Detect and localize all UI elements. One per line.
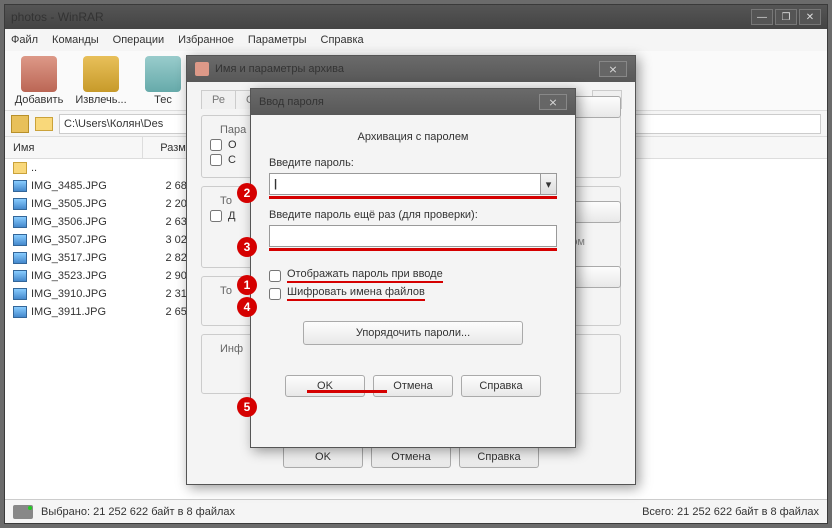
dialog2-cancel[interactable]: Отмена	[373, 375, 453, 397]
image-file-icon	[13, 306, 27, 318]
minimize-button[interactable]: —	[751, 9, 773, 25]
extract-icon	[83, 56, 119, 92]
dialog1-help[interactable]: Справка	[459, 446, 539, 468]
image-file-icon	[13, 198, 27, 210]
toolbar-extract[interactable]: Извлечь...	[73, 56, 129, 106]
menu-favorites[interactable]: Избранное	[178, 34, 234, 46]
image-file-icon	[13, 252, 27, 264]
archive-icon	[21, 56, 57, 92]
password-input[interactable]	[269, 173, 540, 195]
password-dialog: Ввод пароля ⨯ Архивация с паролем Введит…	[250, 88, 576, 448]
up-icon[interactable]	[11, 115, 29, 133]
col-name[interactable]: Имя	[5, 137, 143, 158]
menubar: Файл Команды Операции Избранное Параметр…	[5, 29, 827, 51]
underline-2	[269, 196, 557, 199]
dialog2-help[interactable]: Справка	[461, 375, 541, 397]
menu-operations[interactable]: Операции	[113, 34, 164, 46]
folder-icon	[13, 162, 27, 174]
drive-icon	[13, 505, 33, 519]
badge-5: 5	[237, 397, 257, 417]
statusbar: Выбрано: 21 252 622 байт в 8 файлах Всег…	[5, 499, 827, 523]
dialog2-close[interactable]: ⨯	[539, 94, 567, 110]
encrypt-names-checkbox[interactable]: Шифровать имена файлов	[269, 286, 557, 301]
password2-label: Введите пароль ещё раз (для проверки):	[269, 209, 557, 221]
show-password-checkbox[interactable]: Отображать пароль при вводе	[269, 268, 557, 283]
organize-passwords-button[interactable]: Упорядочить пароли...	[303, 321, 523, 345]
close-button[interactable]: ✕	[799, 9, 821, 25]
image-file-icon	[13, 288, 27, 300]
menu-options[interactable]: Параметры	[248, 34, 307, 46]
folder-icon	[35, 117, 53, 131]
dialog1-close[interactable]: ⨯	[599, 61, 627, 77]
maximize-button[interactable]: ❐	[775, 9, 797, 25]
badge-2: 2	[237, 183, 257, 203]
badge-3: 3	[237, 237, 257, 257]
image-file-icon	[13, 180, 27, 192]
image-file-icon	[13, 234, 27, 246]
dialog2-ok[interactable]: OK	[285, 375, 365, 397]
image-file-icon	[13, 216, 27, 228]
toolbar-add[interactable]: Добавить	[11, 56, 67, 106]
password-label: Введите пароль:	[269, 157, 557, 169]
archive-icon	[195, 62, 209, 76]
dialog1-cancel[interactable]: Отмена	[371, 446, 451, 468]
dialog1-titlebar: Имя и параметры архива ⨯	[187, 56, 635, 82]
badge-4: 4	[237, 297, 257, 317]
password-confirm-input[interactable]	[269, 225, 557, 247]
toolbar-test[interactable]: Тес	[135, 56, 191, 106]
test-icon	[145, 56, 181, 92]
password-dropdown[interactable]: ▾	[540, 173, 557, 195]
window-title: photos - WinRAR	[11, 10, 749, 24]
underline-5	[307, 390, 387, 393]
titlebar: photos - WinRAR — ❐ ✕	[5, 5, 827, 29]
menu-file[interactable]: Файл	[11, 34, 38, 46]
tab-1[interactable]: Ре	[201, 90, 236, 109]
dialog2-titlebar: Ввод пароля ⨯	[251, 89, 575, 115]
image-file-icon	[13, 270, 27, 282]
badge-1: 1	[237, 275, 257, 295]
menu-commands[interactable]: Команды	[52, 34, 99, 46]
dialog1-ok[interactable]: OK	[283, 446, 363, 468]
status-selected: Выбрано: 21 252 622 байт в 8 файлах	[41, 506, 235, 518]
password-heading: Архивация с паролем	[269, 131, 557, 143]
menu-help[interactable]: Справка	[321, 34, 364, 46]
status-total: Всего: 21 252 622 байт в 8 файлах	[642, 506, 819, 518]
